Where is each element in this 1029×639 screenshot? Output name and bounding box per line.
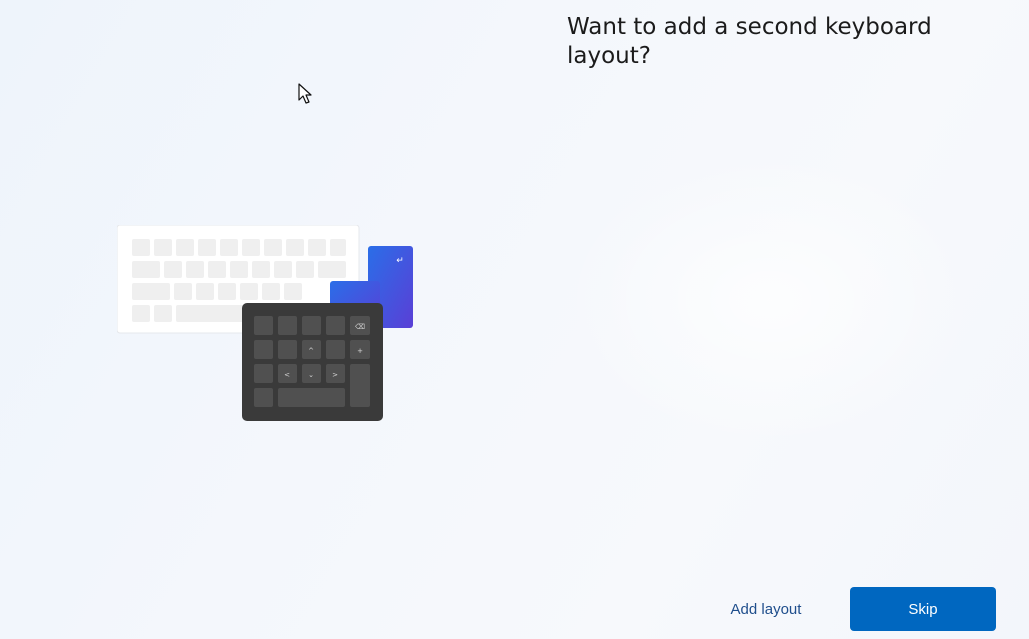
skip-button[interactable]: Skip (850, 587, 996, 631)
mouse-pointer-icon (298, 83, 314, 109)
down-arrow-glyph: ⌄ (308, 371, 314, 379)
right-arrow-glyph: > (332, 371, 338, 379)
keyboard-illustration: ↵ ⌫ + ^ < ⌄ > (116, 224, 417, 425)
add-layout-button[interactable]: Add layout (718, 587, 814, 631)
background-glow (560, 150, 980, 450)
backspace-glyph: ⌫ (355, 323, 365, 331)
up-arrow-glyph: ^ (308, 347, 314, 355)
enter-glyph: ↵ (396, 256, 404, 266)
page-title: Want to add a second keyboard layout? (567, 14, 932, 69)
left-arrow-glyph: < (284, 371, 290, 379)
footer-actions: Add layout Skip (700, 587, 1000, 631)
plus-glyph: + (357, 347, 363, 355)
numpad-icon: ⌫ + ^ < ⌄ > (242, 303, 383, 421)
